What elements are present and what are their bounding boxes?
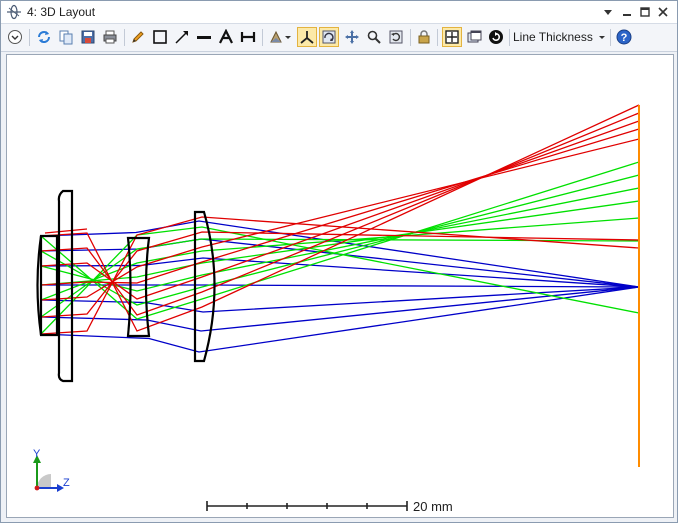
toolbar-separator: [509, 29, 510, 46]
line-icon: [197, 36, 211, 39]
app-icon: [7, 4, 21, 20]
axes-button[interactable]: [297, 27, 317, 47]
settings-dropdown-icon: [8, 30, 22, 44]
lock-icon: [418, 30, 430, 44]
dimension-button[interactable]: [238, 27, 258, 47]
layout-canvas[interactable]: Y Z 20 mm: [6, 54, 674, 518]
reset-view-icon: [389, 30, 403, 44]
help-icon: ?: [616, 29, 632, 45]
fit-window-button[interactable]: [442, 27, 462, 47]
maximize-button[interactable]: [636, 3, 654, 21]
chevron-down-icon: [599, 36, 606, 39]
axes-icon: [300, 31, 314, 44]
rotate-view-icon: [270, 30, 291, 43]
close-button[interactable]: [654, 3, 672, 21]
triangle-down-icon: [604, 10, 612, 15]
rotate-icon: [489, 30, 503, 44]
zoom-button[interactable]: [364, 27, 384, 47]
toolbar-separator: [124, 29, 125, 46]
scale-bar-label: 20 mm: [413, 499, 453, 514]
orbit-icon: [322, 30, 336, 44]
dimension-icon: [240, 32, 256, 42]
toolbar-separator: [437, 29, 438, 46]
lens-1-element-b: [57, 189, 74, 383]
text-icon: [219, 29, 233, 44]
line-button[interactable]: [194, 27, 214, 47]
arrow-button[interactable]: [172, 27, 192, 47]
save-icon: [81, 30, 95, 44]
rectangle-icon: [153, 30, 167, 44]
rotate-view-button[interactable]: [267, 27, 293, 47]
scale-bar: [206, 501, 408, 511]
z-axis-label: Z: [63, 477, 70, 489]
print-icon: [103, 30, 117, 44]
red-ray-stub: [44, 228, 88, 234]
toolbar-separator: [262, 29, 263, 46]
fit-window-icon: [445, 30, 459, 44]
settings-dropdown-button[interactable]: [5, 27, 25, 47]
svg-text:?: ?: [621, 32, 628, 44]
maximize-icon: [640, 7, 650, 17]
orbit-button[interactable]: [319, 27, 339, 47]
copy-button[interactable]: [56, 27, 76, 47]
line-thickness-label: Line Thickness: [513, 30, 593, 44]
toolbar: Line Thickness ?: [1, 24, 677, 52]
layout-window: 4: 3D Layout Line Thickness ? Y Z 20 mm: [0, 0, 678, 523]
zoom-icon: [367, 30, 381, 44]
minimize-icon: [623, 14, 631, 16]
layout-drawing: Y Z: [33, 104, 640, 511]
refresh-button[interactable]: [34, 27, 54, 47]
print-button[interactable]: [100, 27, 120, 47]
window-menu-button[interactable]: [599, 3, 617, 21]
pan-icon: [345, 30, 359, 44]
axis-triad: Y Z: [33, 448, 70, 492]
line-thickness-dropdown[interactable]: Line Thickness: [513, 28, 606, 47]
toolbar-separator: [29, 29, 30, 46]
pencil-button[interactable]: [128, 27, 148, 47]
new-window-button[interactable]: [464, 27, 484, 47]
copy-icon: [59, 30, 73, 45]
window-title: 4: 3D Layout: [27, 5, 96, 19]
y-axis-label: Y: [33, 448, 41, 460]
lock-button[interactable]: [414, 27, 434, 47]
refresh-icon: [38, 31, 50, 43]
title-bar: 4: 3D Layout: [1, 1, 677, 24]
reset-view-button[interactable]: [386, 27, 406, 47]
new-window-icon: [467, 30, 482, 43]
rectangle-button[interactable]: [150, 27, 170, 47]
toolbar-separator: [610, 29, 611, 46]
pencil-icon: [132, 31, 144, 43]
save-button[interactable]: [78, 27, 98, 47]
close-icon: [658, 7, 668, 17]
minimize-button[interactable]: [618, 3, 636, 21]
toolbar-separator: [410, 29, 411, 46]
rotate-button[interactable]: [486, 27, 506, 47]
text-button[interactable]: [216, 27, 236, 47]
pan-button[interactable]: [342, 27, 362, 47]
help-button[interactable]: ?: [614, 27, 634, 47]
lens-1: [36, 189, 74, 383]
arrow-icon: [175, 31, 188, 44]
axis-triad-shade: [37, 474, 51, 488]
axis-origin: [34, 485, 40, 491]
